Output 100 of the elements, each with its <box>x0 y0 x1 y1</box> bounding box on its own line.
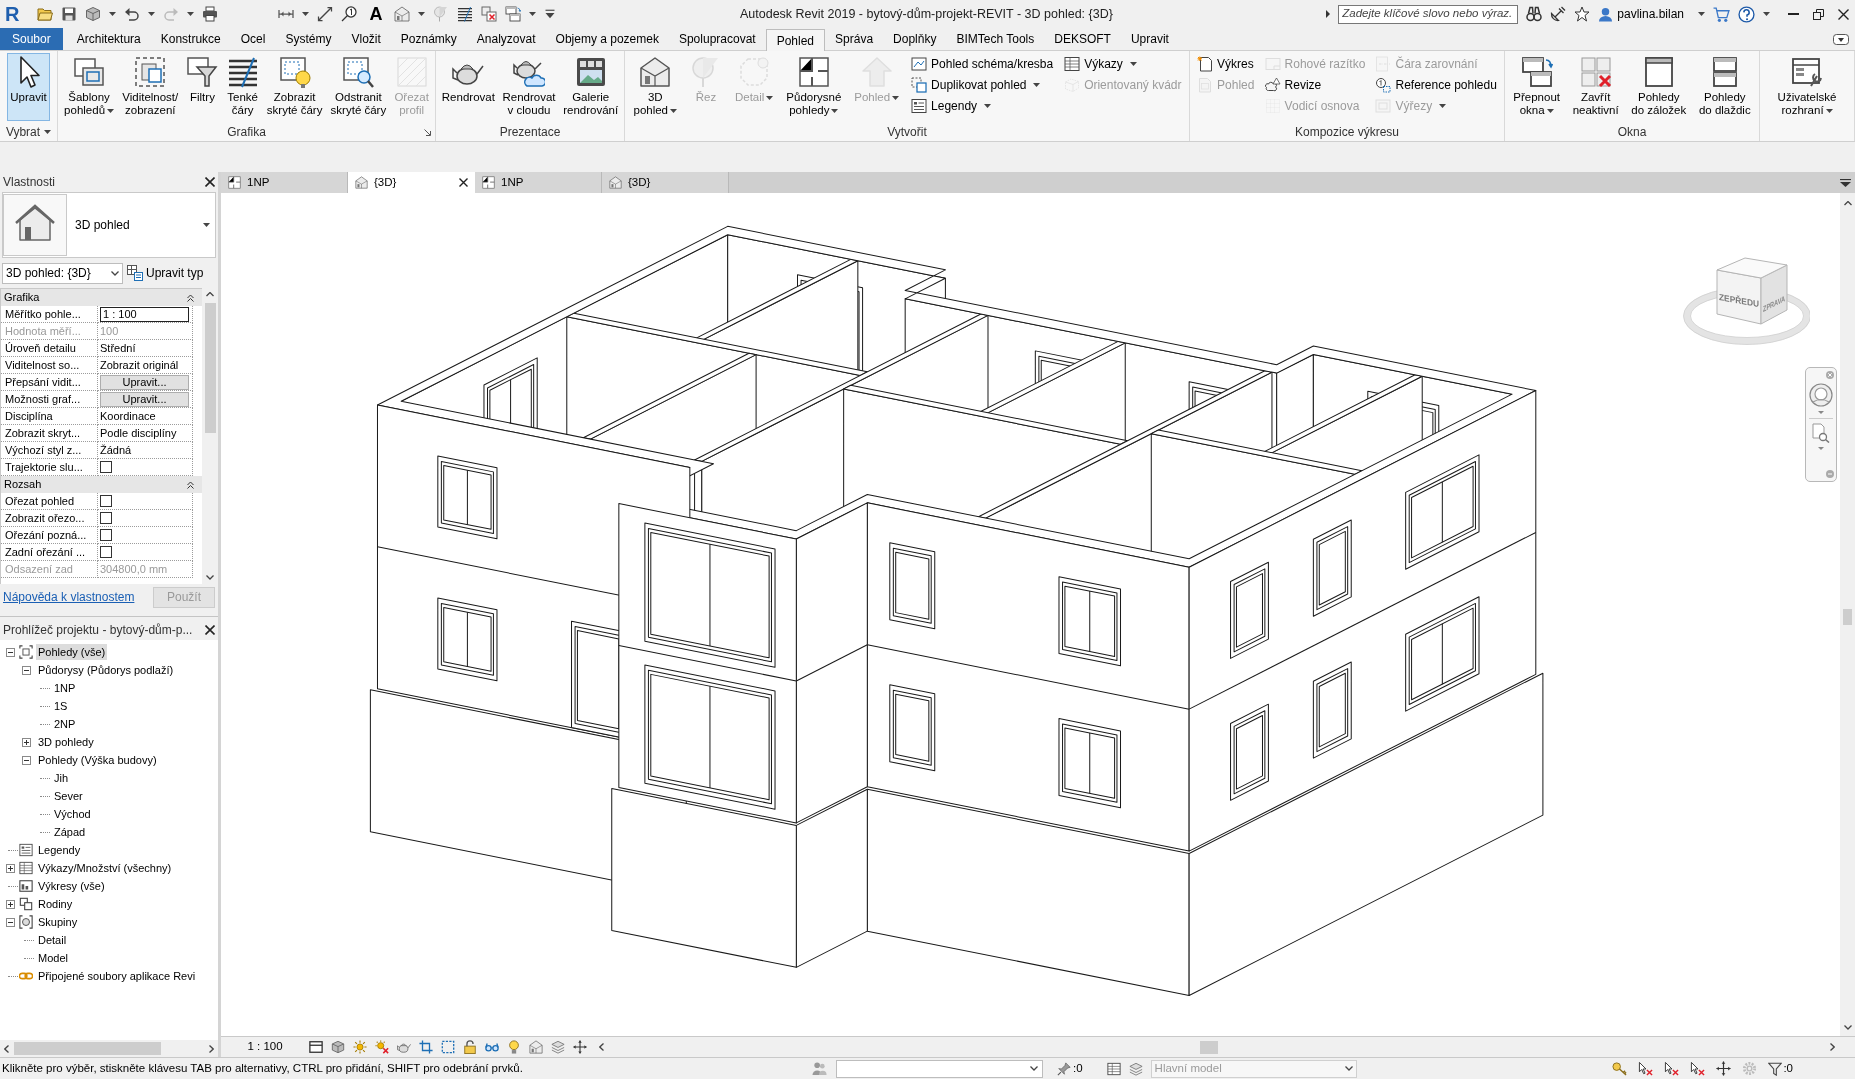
table-icon[interactable] <box>1106 1061 1121 1076</box>
close-tab-icon[interactable] <box>459 178 468 187</box>
dropdown-arrow-icon[interactable] <box>1763 12 1770 16</box>
dropdown-arrow-icon[interactable] <box>670 108 678 113</box>
scroll-right-icon[interactable] <box>209 1044 214 1053</box>
scrollbar-thumb[interactable] <box>14 1042 161 1055</box>
zoom-icon[interactable] <box>1812 423 1830 443</box>
measure-icon[interactable] <box>317 6 334 22</box>
house-icon[interactable] <box>529 1040 543 1054</box>
tree-item[interactable]: Jih <box>52 770 71 786</box>
help-icon[interactable] <box>1738 5 1755 23</box>
edit-button[interactable]: Upravit... <box>100 391 189 407</box>
instance-dropdown[interactable]: 3D pohled: {3D} <box>2 262 123 284</box>
view-tab[interactable]: 1NP <box>221 172 348 193</box>
house-icon[interactable] <box>394 6 411 22</box>
tool-button[interactable]: Rendrovat v cloudu <box>499 53 559 121</box>
move-arrows-icon[interactable] <box>573 1040 587 1054</box>
plus-box-icon[interactable] <box>5 863 15 873</box>
tree-item[interactable]: Sever <box>52 788 85 804</box>
tree-item[interactable]: 1NP <box>52 680 78 696</box>
dialog-launcher-icon[interactable] <box>424 128 431 136</box>
wheel-icon[interactable] <box>1809 383 1833 407</box>
ribbon-tab[interactable]: Správa <box>825 28 884 50</box>
scroll-left-icon[interactable] <box>599 1043 604 1051</box>
dropdown-arrow-icon[interactable] <box>44 130 52 134</box>
ribbon-tab[interactable]: Architektura <box>66 28 151 50</box>
tree-item[interactable]: Legendy <box>36 842 83 858</box>
scrollbar-thumb[interactable] <box>204 303 216 433</box>
tool-button[interactable]: Pohledy do dlaždic <box>1695 53 1754 121</box>
close-hidden-icon[interactable] <box>481 6 498 22</box>
switch-windows-icon[interactable] <box>505 6 522 22</box>
tool-button[interactable]: Pohled schéma/kresba <box>909 53 1056 74</box>
text-tool-button[interactable]: A <box>369 4 383 24</box>
tool-button[interactable]: Filtry <box>183 53 222 121</box>
tool-button[interactable]: Výkres <box>1195 53 1257 74</box>
minus-box-icon[interactable] <box>5 917 15 927</box>
cursor-cross-icon[interactable] <box>1638 1061 1654 1076</box>
view-tab[interactable]: 1NP <box>475 172 602 193</box>
tool-button[interactable]: Reference pohledu <box>1373 74 1499 95</box>
ribbon-tab[interactable]: Poznámky <box>390 28 467 50</box>
chevron-down-icon[interactable] <box>1030 1066 1038 1071</box>
sun-cross-icon[interactable] <box>375 1040 389 1054</box>
ribbon-tab[interactable]: Konstrukce <box>150 28 231 50</box>
view-scale[interactable]: 1 : 100 <box>247 1038 283 1056</box>
dropdown-arrow-icon[interactable] <box>109 12 117 16</box>
dropdown-arrow-icon[interactable] <box>418 12 426 16</box>
layers-icon[interactable] <box>551 1040 565 1054</box>
type-selector[interactable]: 3D pohled <box>2 192 216 258</box>
tool-button[interactable]: Tenké čáry <box>223 53 262 121</box>
tree-item[interactable]: Výkazy/Množství (všechny) <box>36 860 174 876</box>
ribbon-tab[interactable]: Ocel <box>230 28 276 50</box>
scroll-left-icon[interactable] <box>4 1044 9 1053</box>
tree-item[interactable]: Východ <box>52 806 93 822</box>
dropdown-arrow-icon[interactable] <box>148 12 156 16</box>
dropdown-arrow-icon[interactable] <box>1698 12 1705 16</box>
dropdown-arrow-icon[interactable] <box>203 223 210 227</box>
ribbon-tab[interactable]: Vložit <box>341 28 391 50</box>
tree-item[interactable]: Model <box>36 950 70 966</box>
tree-item[interactable]: 3D pohledy <box>36 734 96 750</box>
pin-icon[interactable] <box>1057 1061 1071 1076</box>
ribbon-tab[interactable]: Doplňky <box>883 28 947 50</box>
section-marker-icon[interactable] <box>433 6 450 22</box>
scroll-up-icon[interactable] <box>206 292 214 297</box>
collapse-icon[interactable] <box>187 293 194 302</box>
cart-icon[interactable] <box>1713 5 1730 23</box>
tree-item[interactable]: Detail <box>36 932 69 948</box>
close-icon[interactable] <box>205 625 215 635</box>
view-tab[interactable]: {3D} <box>348 172 475 193</box>
funnel-icon[interactable] <box>1768 1061 1783 1076</box>
tool-button[interactable]: Legendy <box>909 95 1056 116</box>
user-icon[interactable] <box>1598 6 1614 22</box>
scroll-up-icon[interactable] <box>1843 201 1852 206</box>
tab-list-icon[interactable] <box>1840 179 1851 187</box>
dropdown-arrow-icon[interactable] <box>831 108 839 113</box>
ribbon-tab[interactable]: BIMTech Tools <box>946 28 1045 50</box>
ribbon-tab[interactable]: Systémy <box>275 28 342 50</box>
dropdown-arrow-icon[interactable] <box>1033 82 1041 87</box>
crop-frame-icon[interactable] <box>441 1040 455 1054</box>
crop-icon[interactable] <box>419 1040 433 1054</box>
print-icon[interactable] <box>202 6 219 22</box>
key-icon[interactable] <box>1612 1061 1628 1076</box>
undo-icon[interactable] <box>124 6 141 22</box>
close-icon[interactable] <box>1838 8 1849 20</box>
scroll-down-icon[interactable] <box>206 575 214 580</box>
cube-icon[interactable] <box>85 6 102 22</box>
customize-icon[interactable] <box>544 8 557 20</box>
dropdown-arrow-icon[interactable] <box>529 12 537 16</box>
collapse-icon[interactable] <box>187 480 194 489</box>
chevron-down-icon[interactable] <box>111 270 119 276</box>
expand-arrow-icon[interactable] <box>1326 10 1331 18</box>
tool-button[interactable]: Přepnout okna <box>1510 53 1563 121</box>
tool-button[interactable]: Šablony pohledů <box>61 53 118 121</box>
ribbon-options-icon[interactable] <box>1833 34 1849 45</box>
ribbon-tab[interactable]: DEKSOFT <box>1044 28 1121 50</box>
checkbox[interactable] <box>100 546 112 558</box>
tree-item[interactable]: Pohledy (Výška budovy) <box>36 752 159 768</box>
tool-button[interactable]: Uživatelské rozhraní <box>1774 53 1840 121</box>
thin-lines-icon[interactable] <box>457 6 474 22</box>
tool-button[interactable]: Revize <box>1262 74 1368 95</box>
tree-item[interactable]: Výkresy (vše) <box>36 878 107 894</box>
